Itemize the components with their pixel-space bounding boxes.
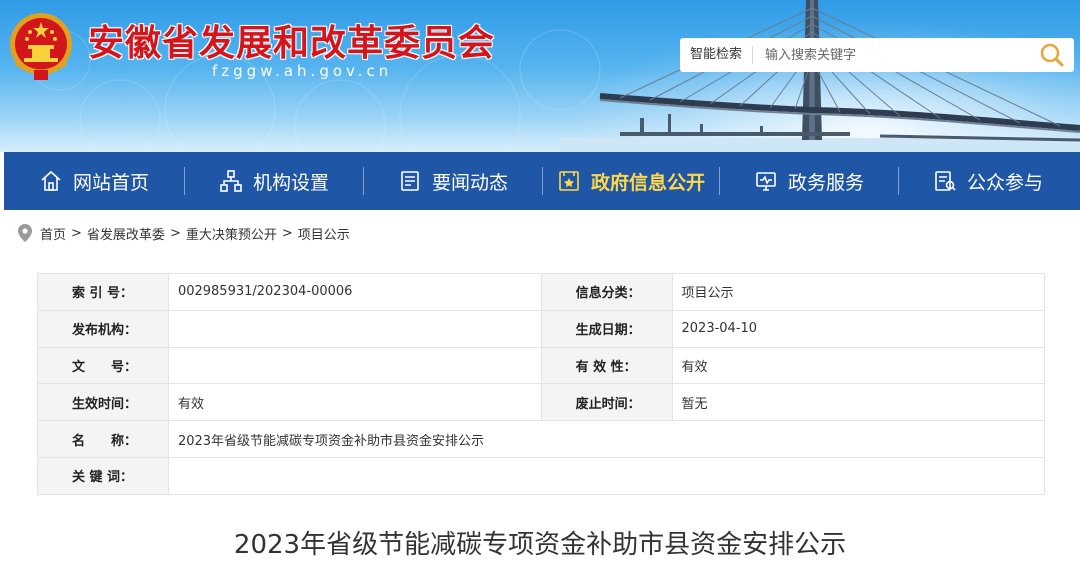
location-pin-icon [18, 224, 32, 242]
document-info-table: 索 引 号： 002985931/202304-00006 信息分类： 项目公示… [37, 273, 1046, 495]
field-label: 关 键 词： [37, 456, 169, 495]
field-label: 废止时间： [540, 383, 673, 422]
nav-item-participation[interactable]: 公众参与 [899, 152, 1077, 210]
nav-item-label: 公众参与 [966, 171, 1043, 194]
national-emblem-icon [10, 13, 72, 80]
nav-item-services[interactable]: 政务服务 [720, 152, 898, 210]
nav-item-news[interactable]: 要闻动态 [364, 152, 542, 210]
field-value: 002985931/202304-00006 [167, 273, 542, 311]
field-value: 有效 [167, 383, 542, 422]
table-row: 关 键 词： [37, 456, 1046, 495]
field-label: 有 效 性： [540, 346, 673, 385]
org-chart-icon [219, 169, 243, 193]
breadcrumb-separator: > [71, 225, 82, 241]
field-label: 发布机构： [37, 309, 169, 348]
table-row: 文 号： 有 效 性： 有效 [37, 346, 1046, 385]
breadcrumb-separator: > [281, 225, 293, 241]
field-label: 索 引 号： [37, 273, 169, 311]
field-label: 文 号： [37, 346, 169, 385]
nav-item-home[interactable]: 网站首页 [4, 152, 184, 210]
info-disclosure-icon [557, 169, 581, 193]
table-row: 生效时间： 有效 废止时间： 暂无 [37, 383, 1046, 422]
field-value: 2023-04-10 [671, 309, 1046, 348]
field-value: 有效 [671, 346, 1046, 385]
table-row: 索 引 号： 002985931/202304-00006 信息分类： 项目公示 [37, 273, 1046, 311]
table-row: 发布机构： 生成日期： 2023-04-10 [37, 309, 1046, 348]
nav-item-label: 网站首页 [72, 171, 149, 194]
breadcrumb-project-notice[interactable]: 项目公示 [298, 224, 350, 243]
home-icon [39, 169, 63, 193]
site-title: 安徽省发展和改革委员会 [88, 23, 496, 64]
breadcrumb: 首页 > 省发展改革委 > 重大决策预公开 > 项目公示 [18, 222, 350, 244]
field-value: 2023年省级节能减碳专项资金补助市县资金安排公示 [167, 420, 1046, 458]
nav-item-label: 机构设置 [252, 171, 329, 194]
search-button[interactable] [1030, 38, 1074, 72]
breadcrumb-decision-preview[interactable]: 重大决策预公开 [186, 224, 277, 243]
search-input[interactable] [753, 47, 1030, 63]
breadcrumb-commission[interactable]: 省发展改革委 [87, 224, 165, 243]
nav-item-info-disclosure[interactable]: 政府信息公开 [543, 152, 719, 210]
field-label: 生效时间： [37, 383, 169, 422]
nav-item-organization[interactable]: 机构设置 [185, 152, 363, 210]
field-value: 项目公示 [671, 273, 1046, 311]
site-header: 安徽省发展和改革委员会 fzggw.ah.gov.cn 智能检索 [0, 0, 1080, 152]
field-value: 暂无 [671, 383, 1046, 422]
search-box: 智能检索 [680, 38, 1074, 72]
site-domain: fzggw.ah.gov.cn [212, 62, 393, 80]
field-value [167, 456, 1046, 495]
nav-item-label: 政务服务 [787, 171, 864, 194]
search-icon [1040, 43, 1064, 67]
field-value [167, 309, 542, 348]
news-icon [398, 169, 422, 193]
main-nav: 网站首页 机构设置 要闻动态 政府信息公开 政务服务 公众参与 [4, 152, 1080, 210]
smart-search-label: 智能检索 [680, 46, 754, 64]
breadcrumb-separator: > [169, 225, 181, 241]
nav-item-label: 要闻动态 [431, 171, 508, 194]
field-label: 信息分类： [540, 273, 673, 311]
table-row: 名 称： 2023年省级节能减碳专项资金补助市县资金安排公示 [37, 420, 1046, 458]
field-label: 名 称： [37, 420, 169, 458]
field-value [167, 346, 542, 385]
participation-icon [933, 169, 957, 193]
breadcrumb-home[interactable]: 首页 [40, 224, 66, 243]
nav-item-label: 政府信息公开 [590, 171, 705, 194]
field-label: 生成日期： [540, 309, 673, 348]
article-title: 2023年省级节能减碳专项资金补助市县资金安排公示 [233, 530, 847, 560]
service-monitor-icon [754, 169, 778, 193]
